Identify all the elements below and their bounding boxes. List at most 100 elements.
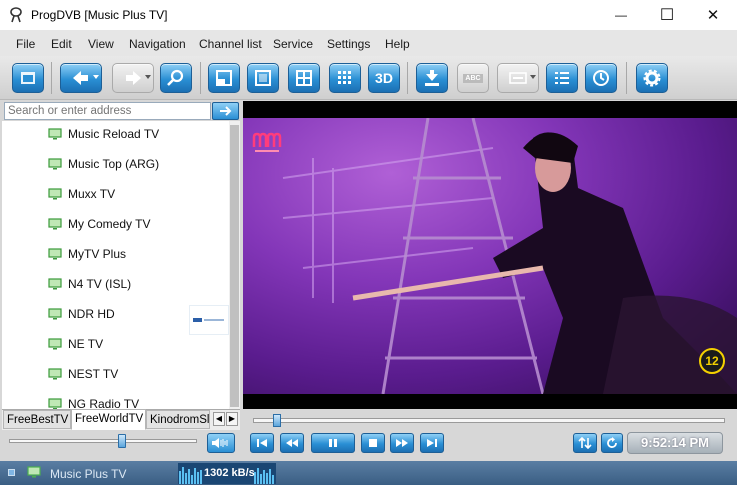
minimize-button[interactable]: — bbox=[598, 0, 644, 30]
record-button[interactable] bbox=[416, 63, 448, 93]
menu-help[interactable]: Help bbox=[385, 37, 410, 51]
channel-item[interactable]: Music Top (ARG) bbox=[2, 153, 230, 183]
grid-view-button[interactable] bbox=[288, 63, 320, 93]
fullscreen-button[interactable] bbox=[247, 63, 279, 93]
tv-icon bbox=[48, 158, 62, 170]
tab-scroll-left-icon[interactable]: ◀ bbox=[213, 412, 225, 426]
rewind-icon bbox=[286, 439, 298, 447]
fullscreen-icon bbox=[255, 70, 271, 86]
forward-icon bbox=[126, 71, 141, 85]
close-button[interactable]: ✕ bbox=[690, 0, 736, 30]
open-button[interactable] bbox=[12, 63, 44, 93]
3d-icon: 3D bbox=[375, 70, 393, 86]
channel-item[interactable]: My Comedy TV bbox=[2, 213, 230, 243]
ndr-logo-icon bbox=[193, 318, 224, 322]
rewind-button[interactable] bbox=[280, 433, 304, 453]
channel-item[interactable]: NEST TV bbox=[2, 363, 230, 393]
menu-channel-list[interactable]: Channel list bbox=[199, 37, 262, 51]
search-button[interactable] bbox=[160, 63, 192, 93]
seek-slider[interactable] bbox=[253, 418, 725, 423]
arrow-right-icon bbox=[219, 106, 231, 116]
tv-icon bbox=[48, 188, 62, 200]
bitrate-label: 1302 kB/s bbox=[204, 467, 255, 479]
dropdown-arrow-icon[interactable] bbox=[93, 75, 99, 79]
channel-item[interactable]: NE TV bbox=[2, 333, 230, 363]
channel-list: Music Reload TV Music Top (ARG) Muxx TV … bbox=[2, 121, 240, 409]
channel-item[interactable]: NG Radio TV bbox=[2, 393, 230, 409]
tab-scroll-right-icon[interactable]: ▶ bbox=[226, 412, 238, 426]
channel-item[interactable]: N4 TV (ISL) bbox=[2, 273, 230, 303]
channel-name: NE TV bbox=[68, 337, 104, 351]
fast-forward-button[interactable] bbox=[390, 433, 414, 453]
menu-view[interactable]: View bbox=[88, 37, 114, 51]
bitrate-meter: 1302 kB/s bbox=[178, 463, 276, 484]
toolbar-separator bbox=[626, 62, 627, 94]
pause-icon bbox=[329, 439, 337, 447]
aspect-ratio-button[interactable] bbox=[573, 433, 597, 453]
status-indicator-icon bbox=[8, 469, 15, 476]
channel-name: Muxx TV bbox=[68, 187, 116, 201]
back-button[interactable] bbox=[60, 63, 102, 93]
3d-button[interactable]: 3D bbox=[368, 63, 400, 93]
mosaic-icon bbox=[338, 71, 351, 84]
seek-thumb[interactable] bbox=[272, 414, 281, 427]
volume-slider[interactable] bbox=[9, 439, 197, 443]
channel-logo bbox=[189, 305, 229, 335]
tv-icon bbox=[48, 308, 62, 320]
tab-kinodromsly[interactable]: KinodromSly bbox=[146, 410, 210, 429]
subtitles-button[interactable] bbox=[497, 63, 539, 93]
channel-name: NG Radio TV bbox=[68, 397, 140, 409]
refresh-button[interactable] bbox=[601, 433, 623, 453]
pause-button[interactable] bbox=[311, 433, 355, 453]
menu-settings[interactable]: Settings bbox=[327, 37, 370, 51]
address-input[interactable] bbox=[4, 102, 211, 120]
next-button[interactable] bbox=[420, 433, 444, 453]
video-frame: 12 bbox=[243, 118, 737, 394]
channel-list-icon bbox=[555, 72, 569, 84]
scrollbar-thumb[interactable] bbox=[230, 125, 239, 407]
window-title: ProgDVB [Music Plus TV] bbox=[31, 8, 168, 22]
tab-freebesttv[interactable]: FreeBestTV bbox=[3, 410, 71, 429]
window-mode-button[interactable] bbox=[208, 63, 240, 93]
channel-name: NEST TV bbox=[68, 367, 119, 381]
volume-thumb[interactable] bbox=[117, 434, 126, 448]
age-rating-badge: 12 bbox=[699, 348, 725, 374]
mute-button[interactable] bbox=[207, 433, 235, 453]
settings-button[interactable] bbox=[636, 63, 668, 93]
stop-button[interactable] bbox=[361, 433, 385, 453]
tab-freeworldtv[interactable]: FreeWorldTV bbox=[71, 409, 146, 430]
channel-item[interactable]: MyTV Plus bbox=[2, 243, 230, 273]
tv-icon bbox=[48, 218, 62, 230]
refresh-icon bbox=[607, 437, 617, 448]
menu-navigation[interactable]: Navigation bbox=[129, 37, 186, 51]
channel-name: MyTV Plus bbox=[68, 247, 127, 261]
forward-button[interactable] bbox=[112, 63, 154, 93]
grid-icon bbox=[296, 70, 312, 86]
channel-list-scrollbar[interactable] bbox=[229, 121, 240, 409]
previous-button[interactable] bbox=[250, 433, 274, 453]
menu-service[interactable]: Service bbox=[273, 37, 313, 51]
teletext-button[interactable]: ABC bbox=[457, 63, 489, 93]
channel-item[interactable]: Muxx TV bbox=[2, 183, 230, 213]
mosaic-button[interactable] bbox=[329, 63, 361, 93]
fast-forward-icon bbox=[396, 439, 408, 447]
tv-icon bbox=[48, 398, 62, 409]
channel-name: Music Top (ARG) bbox=[68, 157, 160, 171]
maximize-button[interactable]: ☐ bbox=[644, 0, 690, 30]
scheduler-button[interactable] bbox=[585, 63, 617, 93]
video-scene bbox=[282, 118, 737, 394]
tv-icon bbox=[48, 338, 62, 350]
settings-icon bbox=[643, 69, 661, 87]
menu-file[interactable]: File bbox=[16, 37, 35, 51]
current-channel-label: Music Plus TV bbox=[50, 467, 127, 481]
dropdown-arrow-icon[interactable] bbox=[530, 75, 536, 79]
channel-item[interactable]: Music Reload TV bbox=[2, 123, 230, 153]
menu-edit[interactable]: Edit bbox=[51, 37, 72, 51]
tv-icon bbox=[48, 278, 62, 290]
tv-icon bbox=[48, 368, 62, 380]
go-button[interactable] bbox=[212, 102, 239, 120]
dropdown-arrow-icon[interactable] bbox=[145, 75, 151, 79]
video-panel[interactable]: 12 bbox=[243, 101, 737, 409]
channel-list-button[interactable] bbox=[546, 63, 578, 93]
minimize-icon: — bbox=[615, 8, 627, 22]
